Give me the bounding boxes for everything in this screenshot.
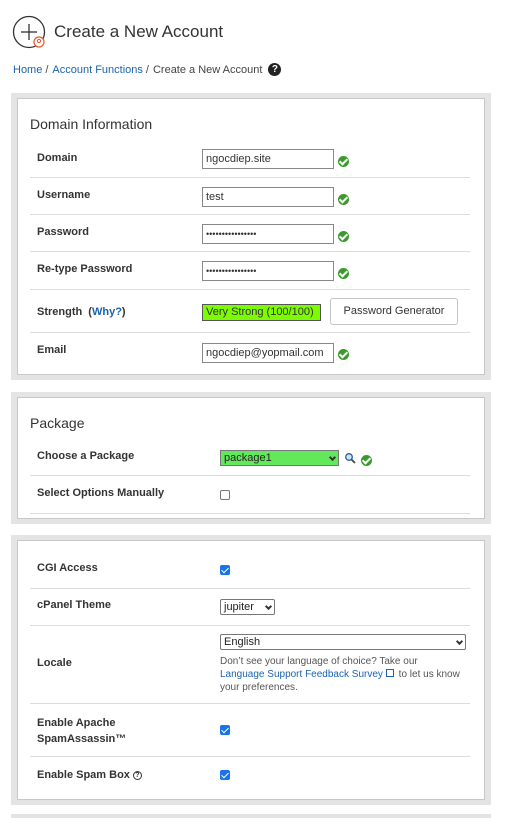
username-valid-icon: [338, 194, 349, 205]
spamassassin-label-line-2: SpamAssassin™: [37, 733, 127, 745]
select-options-manually-checkbox[interactable]: [220, 490, 230, 500]
password-valid-icon: [338, 231, 349, 242]
spam-box-label-text: Enable Spam Box: [37, 769, 130, 781]
retype-password-label: Re-type Password: [37, 263, 133, 275]
spamassassin-row: Enable Apache SpamAssassin™: [30, 704, 470, 757]
package-select[interactable]: package1: [220, 450, 339, 466]
username-input[interactable]: test: [202, 187, 334, 207]
username-row: Username test: [30, 178, 470, 215]
next-panel-edge: [11, 814, 491, 818]
breadcrumb-account-functions-link[interactable]: Account Functions: [52, 64, 143, 76]
username-label: Username: [37, 189, 91, 201]
strength-label: Strength (Why?): [37, 306, 126, 318]
external-link-icon: [385, 669, 394, 677]
retype-password-valid-icon: [338, 268, 349, 279]
breadcrumb: Home / Account Functions / Create a New …: [13, 63, 282, 76]
spam-box-label: Enable Spam Box?: [37, 769, 142, 781]
locale-row: Locale English Don’t see your language o…: [30, 626, 470, 704]
domain-valid-icon: [338, 156, 349, 167]
locale-value: English: [224, 636, 261, 648]
breadcrumb-current: Create a New Account: [152, 63, 263, 76]
spam-box-checkbox[interactable]: [220, 770, 230, 780]
help-icon[interactable]: ?: [268, 63, 282, 76]
chevron-down-icon: [264, 602, 273, 611]
password-row: Password ••••••••••••••••: [30, 215, 470, 252]
locale-select[interactable]: English: [220, 634, 466, 650]
password-generator-button[interactable]: Password Generator: [330, 298, 458, 325]
package-select-value: package1: [224, 452, 272, 464]
password-strength-meter: Very Strong (100/100): [202, 304, 321, 321]
strength-row: Strength (Why?) Very Strong (100/100) Pa…: [30, 290, 470, 333]
cpanel-theme-label: cPanel Theme: [37, 599, 111, 611]
cpanel-theme-select[interactable]: jupiter: [220, 599, 275, 615]
choose-package-row: Choose a Package package1: [30, 439, 470, 476]
why-link[interactable]: Why?: [92, 306, 122, 318]
password-label: Password: [37, 226, 89, 238]
spam-box-row: Enable Spam Box?: [30, 757, 470, 795]
search-icon[interactable]: [344, 452, 356, 464]
spamassassin-label-line-1: Enable Apache: [37, 717, 116, 729]
package-title: Package: [30, 415, 85, 431]
locale-help-note: Don’t see your language of choice? Take …: [220, 655, 470, 694]
cgi-access-row: CGI Access: [30, 551, 470, 589]
breadcrumb-separator: /: [145, 63, 149, 76]
strength-paren-close: ): [121, 306, 126, 318]
breadcrumb-home-link[interactable]: Home: [13, 64, 42, 76]
domain-input[interactable]: ngocdiep.site: [202, 149, 334, 169]
password-input[interactable]: ••••••••••••••••: [202, 224, 334, 244]
page-header: Create a New Account: [12, 15, 223, 49]
cpanel-theme-row: cPanel Theme jupiter: [30, 589, 470, 626]
choose-package-label: Choose a Package: [37, 450, 135, 462]
email-label: Email: [37, 344, 67, 356]
cpanel-theme-value: jupiter: [224, 601, 254, 613]
select-options-manually-row: Select Options Manually: [30, 476, 470, 514]
domain-row: Domain ngocdiep.site: [30, 141, 470, 178]
cgi-access-checkbox[interactable]: [220, 565, 230, 575]
retype-password-row: Re-type Password ••••••••••••••••: [30, 252, 470, 290]
chevron-down-icon: [455, 637, 464, 646]
spamassassin-label: Enable Apache SpamAssassin™: [37, 715, 126, 747]
help-circle-icon[interactable]: ?: [132, 771, 142, 780]
email-valid-icon: [338, 349, 349, 360]
strength-label-text: Strength: [37, 306, 83, 318]
locale-note-text-1: Don’t see your language of choice? Take …: [220, 656, 418, 667]
retype-password-input[interactable]: ••••••••••••••••: [202, 261, 334, 281]
domain-label: Domain: [37, 152, 78, 164]
domain-information-title: Domain Information: [30, 116, 153, 132]
email-row: Email ngocdiep@yopmail.com: [30, 333, 470, 373]
chevron-down-icon: [328, 453, 337, 462]
cgi-access-label: CGI Access: [37, 562, 98, 574]
spamassassin-checkbox[interactable]: [220, 725, 230, 735]
language-survey-link[interactable]: Language Support Feedback Survey: [220, 669, 383, 680]
page-title: Create a New Account: [54, 22, 224, 41]
package-valid-icon: [361, 455, 372, 466]
locale-label: Locale: [37, 657, 72, 669]
select-options-manually-label: Select Options Manually: [37, 487, 165, 499]
breadcrumb-separator: /: [45, 63, 49, 76]
email-input[interactable]: ngocdiep@yopmail.com: [202, 343, 334, 363]
add-account-icon: [12, 15, 46, 49]
